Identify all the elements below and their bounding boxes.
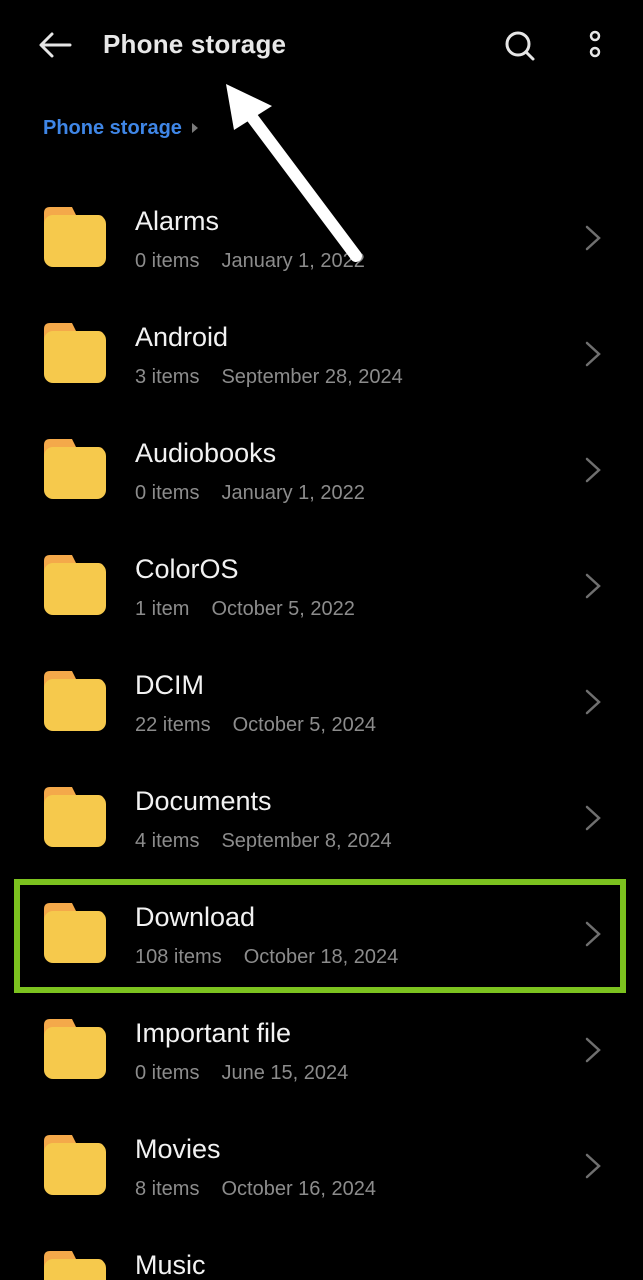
folder-icon — [44, 1019, 106, 1079]
folder-row-dcim[interactable]: DCIM 22 items October 5, 2024 — [0, 640, 643, 756]
folder-item-count: 0 items — [135, 482, 200, 504]
chevron-right-icon — [585, 805, 601, 831]
folder-name: ColorOS — [135, 554, 239, 584]
folder-meta: 0 items January 1, 2022 — [135, 482, 365, 505]
folder-meta: 0 items June 15, 2024 — [135, 1062, 348, 1085]
folder-name: Movies — [135, 1134, 221, 1164]
folder-icon — [44, 555, 106, 615]
folder-item-count: 8 items — [135, 1178, 200, 1200]
folder-meta: 108 items October 18, 2024 — [135, 946, 398, 969]
chevron-right-icon — [585, 457, 601, 483]
folder-meta: 4 items September 8, 2024 — [135, 830, 392, 853]
folder-item-count: 108 items — [135, 946, 222, 968]
folder-date: January 1, 2022 — [221, 250, 365, 272]
breadcrumb-item-phone-storage[interactable]: Phone storage — [43, 117, 182, 140]
folder-item-count: 3 items — [135, 366, 200, 388]
folder-name: Alarms — [135, 206, 220, 236]
chevron-right-icon — [585, 341, 601, 367]
arrow-left-icon — [39, 32, 72, 58]
folder-meta: 0 items January 1, 2022 — [135, 250, 365, 273]
breadcrumb-separator-icon — [191, 123, 198, 133]
folder-meta: 8 items October 16, 2024 — [135, 1178, 376, 1201]
folder-icon — [44, 1251, 106, 1280]
folder-row-download[interactable]: Download 108 items October 18, 2024 — [0, 872, 643, 988]
folder-item-count: 22 items — [135, 714, 211, 736]
folder-item-count: 1 item — [135, 598, 190, 620]
folder-date: January 1, 2022 — [221, 482, 365, 504]
folder-name: Important file — [135, 1018, 292, 1048]
top-app-bar: Phone storage — [0, 0, 643, 92]
folder-icon — [44, 439, 106, 499]
folder-icon — [44, 1135, 106, 1195]
folder-item-count: 4 items — [135, 830, 200, 852]
folder-name: Download — [135, 902, 256, 932]
folder-date: October 5, 2022 — [211, 598, 355, 620]
folder-name: Documents — [135, 786, 272, 816]
folder-icon — [44, 903, 106, 963]
folder-name: DCIM — [135, 670, 204, 700]
folder-meta: 22 items October 5, 2024 — [135, 714, 376, 737]
folder-meta: 3 items September 28, 2024 — [135, 366, 403, 389]
folder-date: June 15, 2024 — [221, 1062, 349, 1084]
chevron-right-icon — [585, 225, 601, 251]
folder-icon — [44, 787, 106, 847]
folder-row-music[interactable]: Music — [0, 1220, 643, 1280]
page-title: Phone storage — [103, 29, 287, 59]
folder-row-coloros[interactable]: ColorOS 1 item October 5, 2022 — [0, 524, 643, 640]
chevron-right-icon — [585, 1153, 601, 1179]
back-button[interactable] — [34, 24, 78, 68]
folder-row-movies[interactable]: Movies 8 items October 16, 2024 — [0, 1104, 643, 1220]
folder-item-count: 0 items — [135, 1062, 200, 1084]
folder-date: October 18, 2024 — [243, 946, 399, 968]
folder-row-alarms[interactable]: Alarms 0 items January 1, 2022 — [0, 176, 643, 292]
breadcrumb: Phone storage — [43, 114, 198, 142]
more-options-button[interactable] — [575, 24, 615, 68]
search-icon — [505, 31, 535, 61]
folder-row-android[interactable]: Android 3 items September 28, 2024 — [0, 292, 643, 408]
search-button[interactable] — [498, 24, 542, 68]
folder-date: September 8, 2024 — [221, 830, 392, 852]
folder-name: Android — [135, 322, 229, 352]
folder-icon — [44, 671, 106, 731]
folder-row-audiobooks[interactable]: Audiobooks 0 items January 1, 2022 — [0, 408, 643, 524]
chevron-right-icon — [585, 689, 601, 715]
folder-date: October 5, 2024 — [232, 714, 377, 736]
folder-icon — [44, 323, 106, 383]
folder-date: September 28, 2024 — [221, 366, 403, 388]
more-vertical-icon — [589, 30, 601, 58]
chevron-right-icon — [585, 921, 601, 947]
folder-name: Audiobooks — [135, 438, 277, 468]
chevron-right-icon — [585, 1037, 601, 1063]
folder-row-documents[interactable]: Documents 4 items September 8, 2024 — [0, 756, 643, 872]
folder-row-important-file[interactable]: Important file 0 items June 15, 2024 — [0, 988, 643, 1104]
chevron-right-icon — [585, 573, 601, 599]
folder-meta: 1 item October 5, 2022 — [135, 598, 355, 621]
folder-name: Music — [135, 1250, 206, 1280]
folder-date: October 16, 2024 — [221, 1178, 377, 1200]
folder-item-count: 0 items — [135, 250, 200, 272]
folder-icon — [44, 207, 106, 267]
